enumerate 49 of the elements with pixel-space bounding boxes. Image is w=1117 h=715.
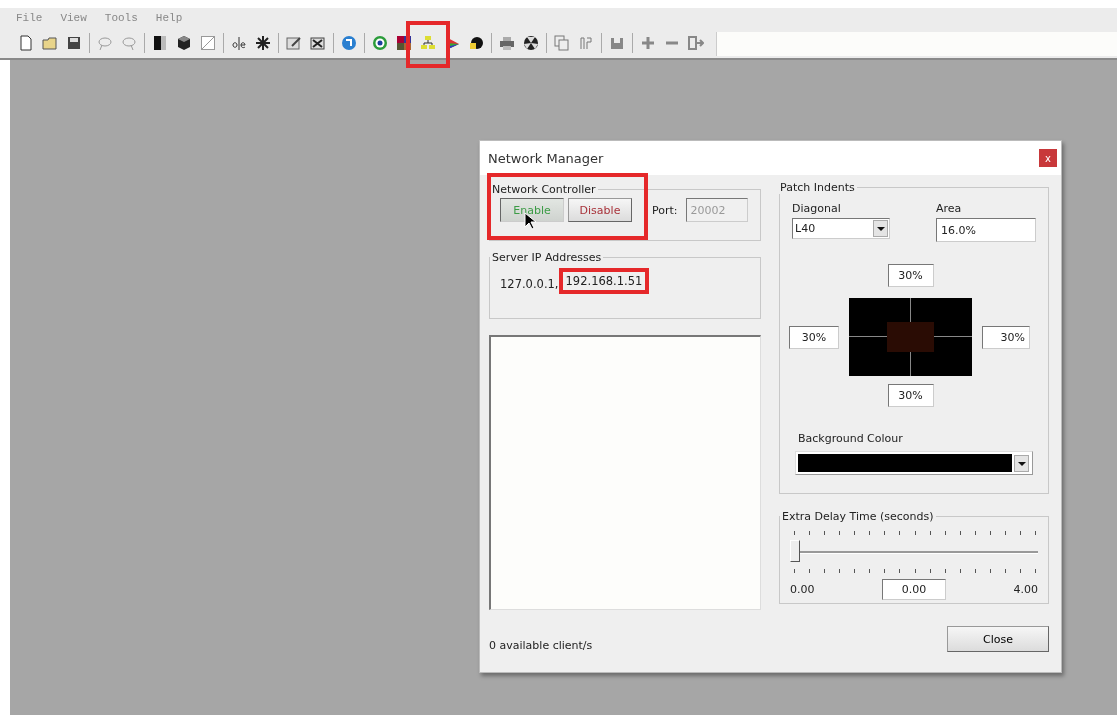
disc-icon[interactable] (468, 35, 484, 51)
patch-rectangle (887, 322, 934, 352)
text-cursor-icon[interactable] (231, 35, 247, 51)
status-text: 0 available client/s (489, 639, 594, 652)
target-icon[interactable] (372, 35, 388, 51)
indent-field[interactable]: 30% (982, 325, 1030, 349)
group-label: Network Controller (491, 183, 597, 196)
diagonal-icon[interactable] (200, 35, 216, 51)
toggle-button[interactable]: Disable (568, 198, 632, 222)
delay-field[interactable]: 0.00 (882, 579, 946, 600)
field-label: Background Colour (798, 432, 904, 445)
close-button[interactable]: Close (947, 626, 1049, 652)
ip-address: 192.168.1.51 (565, 274, 643, 288)
folder-icon[interactable] (42, 35, 58, 51)
group-label: Extra Delay Time (seconds) (781, 510, 935, 523)
toolbar-field[interactable] (716, 32, 1117, 56)
field-label: Area (936, 202, 963, 215)
group-label: Server IP Addresses (491, 251, 603, 264)
close-button[interactable]: x (1039, 149, 1057, 167)
cube-icon[interactable] (176, 35, 192, 51)
image-cross-icon[interactable] (310, 35, 326, 51)
colour-dropdown[interactable] (795, 451, 1033, 475)
port-label: Port: (652, 203, 678, 217)
slider-thumb[interactable] (790, 539, 800, 562)
plus-icon[interactable] (640, 35, 656, 51)
highlight-frame (406, 21, 450, 68)
network-icon[interactable] (420, 35, 436, 51)
group-label: Patch Indents (779, 181, 856, 194)
indent-field[interactable]: 30% (789, 325, 839, 349)
pages-icon[interactable] (554, 35, 570, 51)
window-title: Network Manager (488, 150, 604, 166)
field-label: Diagonal (792, 202, 842, 215)
printer-icon[interactable] (499, 35, 515, 51)
cursor-icon (524, 212, 536, 230)
radiation-icon[interactable] (523, 35, 539, 51)
file-icon[interactable] (18, 35, 34, 51)
indent-field[interactable]: 30% (887, 384, 934, 407)
area-field[interactable]: 16.0% (936, 218, 1036, 242)
min-value: 0.00 (790, 583, 815, 596)
max-value: 4.00 (1013, 583, 1038, 596)
asterisk-icon[interactable] (255, 35, 271, 51)
ip-address: 127.0.0.1, (500, 277, 559, 291)
diagonal-dropdown[interactable]: L40 (792, 218, 890, 239)
color-grid-icon[interactable] (396, 35, 412, 51)
exit-icon[interactable] (688, 35, 704, 51)
image-edit-icon[interactable] (286, 35, 302, 51)
indent-field[interactable]: 30% (887, 264, 934, 287)
gradient-icon[interactable] (152, 35, 168, 51)
globe-icon[interactable] (341, 35, 357, 51)
